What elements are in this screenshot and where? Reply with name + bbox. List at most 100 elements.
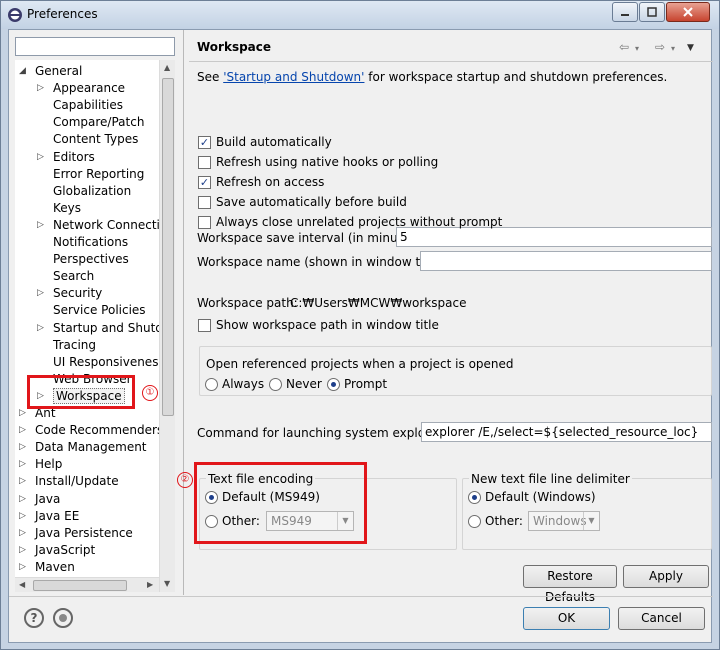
collapsed-arrow-icon[interactable]: ▷ (37, 149, 47, 166)
vertical-scroll-thumb[interactable] (162, 78, 174, 416)
tree-item[interactable]: Tracing (37, 337, 96, 354)
scroll-right-icon[interactable]: ▶ (147, 580, 153, 589)
apply-button[interactable]: Apply (623, 565, 709, 588)
radio-always[interactable] (205, 378, 218, 391)
collapsed-arrow-icon[interactable]: ▷ (19, 473, 29, 490)
tree-item[interactable]: ▷ Startup and Shutdown (37, 320, 175, 337)
scroll-left-icon[interactable]: ◀ (19, 580, 25, 589)
tree-item[interactable]: ▷ Editors (37, 149, 95, 166)
restore-defaults-button[interactable]: Restore Defaults (523, 565, 617, 604)
tree-item[interactable]: Globalization (37, 183, 131, 200)
show-path-checkbox[interactable] (198, 319, 211, 332)
filter-input[interactable] (15, 37, 175, 56)
scroll-down-icon[interactable]: ▼ (164, 579, 170, 588)
collapsed-arrow-icon[interactable]: ▷ (19, 542, 29, 559)
collapsed-arrow-icon[interactable]: ▷ (19, 439, 29, 456)
close-button[interactable] (666, 2, 710, 22)
tree-item[interactable]: Notifications (37, 234, 128, 251)
option-checkbox-label: Build automatically (216, 135, 332, 149)
save-interval-input[interactable]: 5 (396, 227, 712, 247)
tree-item[interactable]: Compare/Patch (37, 114, 144, 131)
collapsed-arrow-icon[interactable]: ▷ (19, 559, 29, 576)
delimiter-other-radio[interactable] (468, 515, 481, 528)
delimiter-combo[interactable]: Windows ▼ (528, 511, 600, 531)
collapsed-arrow-icon[interactable]: ▷ (37, 320, 47, 337)
startup-shutdown-link[interactable]: 'Startup and Shutdown' (223, 70, 364, 84)
tree-vertical-scrollbar[interactable]: ▲ ▼ (159, 60, 175, 592)
scroll-up-icon[interactable]: ▲ (164, 63, 170, 72)
tree-item[interactable]: ▷ Java (19, 491, 60, 508)
tree-item[interactable]: Keys (37, 200, 81, 217)
collapsed-arrow-icon[interactable]: ▷ (37, 80, 47, 97)
workspace-name-input[interactable] (420, 251, 712, 271)
tree-item[interactable]: ▷ Install/Update (19, 473, 119, 490)
tree-item[interactable]: ◢ General (19, 63, 82, 80)
title-bar: Preferences (1, 1, 719, 29)
header-separator (189, 61, 713, 62)
tree-item-label: Appearance (53, 81, 126, 96)
horizontal-scroll-thumb[interactable] (33, 580, 127, 591)
tree-item[interactable]: Perspectives (37, 251, 129, 268)
option-checkbox[interactable] (198, 156, 211, 169)
collapsed-arrow-icon[interactable]: ▷ (37, 217, 47, 234)
tree-item-label: Maven (35, 559, 75, 574)
tree-item[interactable]: Content Types (37, 131, 138, 148)
cancel-button[interactable]: Cancel (618, 607, 705, 630)
tree-item[interactable]: ▷ Security (37, 285, 102, 302)
tree-item[interactable]: Search (37, 268, 94, 285)
option-checkbox[interactable]: ✓ (198, 176, 211, 189)
collapsed-arrow-icon[interactable]: ▷ (19, 508, 29, 525)
option-checkbox[interactable]: ✓ (198, 136, 211, 149)
tree-item[interactable]: ▷ JavaScript (19, 542, 95, 559)
tree-item-label: Keys (53, 200, 82, 215)
tree-item-label: Startup and Shutdown (53, 320, 175, 335)
forward-menu-icon[interactable]: ▾ (671, 44, 675, 53)
minimize-icon (621, 14, 629, 16)
maximize-button[interactable] (639, 2, 665, 22)
radio-never[interactable] (269, 378, 282, 391)
maximize-icon (647, 7, 657, 17)
delimiter-default-radio[interactable] (468, 491, 481, 504)
tree-item[interactable]: ▷ Network Connection (37, 217, 175, 234)
forward-icon[interactable]: ⇨ (655, 40, 665, 54)
tree-item[interactable]: UI Responsiveness M (37, 354, 175, 371)
tree-item[interactable]: Service Policies (37, 302, 146, 319)
workspace-highlight-box (27, 375, 135, 409)
tree-item[interactable]: ▷ Java EE (19, 508, 79, 525)
collapsed-arrow-icon[interactable]: ▷ (19, 525, 29, 542)
tree-item[interactable]: ▷ Data Management (19, 439, 147, 456)
tree-item[interactable]: ▷ Maven (19, 559, 75, 576)
tree-item[interactable]: ▷ Appearance (37, 80, 125, 97)
collapsed-arrow-icon[interactable]: ▷ (19, 491, 29, 508)
panel-divider[interactable] (183, 30, 184, 595)
delimiter-default-label: Default (Windows) (485, 490, 596, 504)
back-icon[interactable]: ⇦ (619, 40, 629, 54)
expanded-arrow-icon[interactable]: ◢ (19, 63, 29, 80)
tree-item-label: Notifications (53, 235, 129, 249)
help-icon[interactable]: ? (24, 608, 44, 628)
tree-item-label: General (35, 64, 83, 78)
tree-item-label: Java Persistence (35, 525, 133, 540)
tree-item-label: Java (35, 491, 61, 506)
tree-item[interactable]: Error Reporting (37, 166, 144, 183)
command-input[interactable]: explorer /E,/select=${selected_resource_… (421, 422, 712, 442)
tree-item[interactable]: ▷ Java Persistence (19, 525, 133, 542)
view-menu-icon[interactable]: ▼ (687, 43, 694, 53)
show-path-label: Show workspace path in window title (216, 318, 439, 332)
back-menu-icon[interactable]: ▾ (635, 44, 639, 53)
ok-button[interactable]: OK (523, 607, 610, 630)
chevron-down-icon: ▼ (583, 512, 599, 530)
tree-item[interactable]: Capabilities (37, 97, 123, 114)
collapsed-arrow-icon[interactable]: ▷ (19, 422, 29, 439)
tree-item[interactable]: ▷ Help (19, 456, 62, 473)
tree-horizontal-scrollbar[interactable]: ◀ ▶ (15, 577, 159, 592)
option-checkbox[interactable] (198, 216, 211, 229)
collapsed-arrow-icon[interactable]: ▷ (19, 456, 29, 473)
tree-item-label: Code Recommenders (35, 423, 164, 438)
tree-item[interactable]: ▷ Code Recommenders (19, 422, 163, 439)
option-checkbox[interactable] (198, 196, 211, 209)
radio-prompt[interactable] (327, 378, 340, 391)
collapsed-arrow-icon[interactable]: ▷ (37, 285, 47, 302)
import-export-icon[interactable] (53, 608, 73, 628)
minimize-button[interactable] (612, 2, 638, 22)
